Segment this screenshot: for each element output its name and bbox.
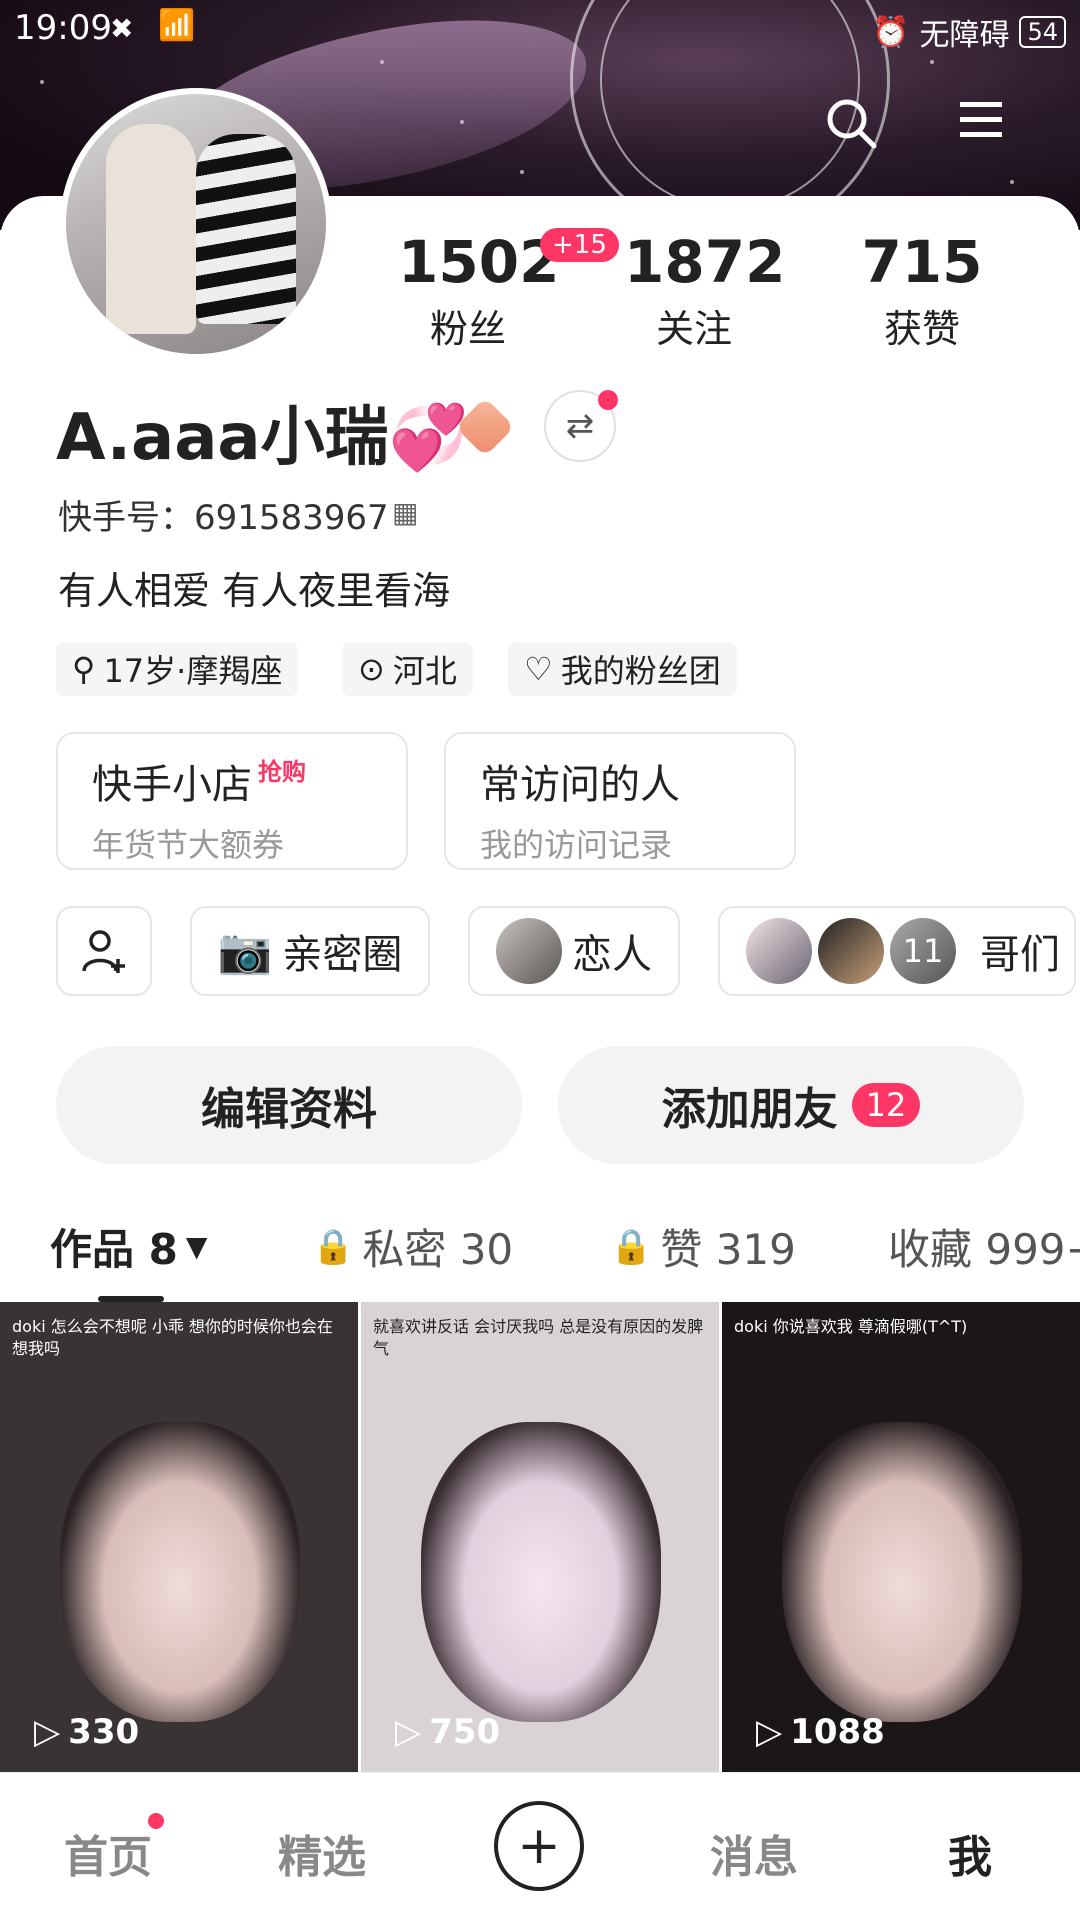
video-2-face <box>421 1422 661 1722</box>
gender-icon: ⚲ <box>72 650 96 688</box>
accessibility-label: 无障碍 <box>919 18 1010 53</box>
stat-likes-value: 715 <box>861 228 983 296</box>
qr-code-icon[interactable]: ▦ <box>392 496 418 529</box>
heart-outline-icon: ♡ <box>524 650 553 688</box>
tab-favorites[interactable]: 收藏 999+ <box>888 1216 1080 1277</box>
switch-account-dot <box>598 390 618 410</box>
kuaishou-id: 快手号：691583967 <box>58 498 389 538</box>
brother-avatar-2 <box>818 918 884 984</box>
stat-following[interactable]: 1872 关注 <box>624 228 786 353</box>
notification-icon: ✖ <box>110 12 134 45</box>
edit-profile-label: 编辑资料 <box>201 1084 377 1135</box>
play-icon: ▷ <box>395 1712 422 1752</box>
camera-icon: 📷 <box>217 926 273 977</box>
user-bio: 有人相爱 有人夜里看海 <box>58 569 451 613</box>
status-time: 19:09 <box>14 8 112 48</box>
lover-button[interactable]: 恋人 <box>468 906 680 996</box>
tab-works[interactable]: 作品 8 ▼ <box>50 1216 207 1277</box>
tag-location: ⊙ 河北 <box>342 642 473 696</box>
add-friends-button[interactable]: 添加朋友 12 <box>558 1046 1024 1164</box>
video-3-play-count: 1088 <box>790 1712 885 1752</box>
video-3-face <box>782 1422 1022 1722</box>
alarm-icon: ⏰ <box>872 14 910 50</box>
visitors-subtitle: 我的访问记录 <box>480 826 673 864</box>
nav-home[interactable]: 首页 <box>64 1821 152 1885</box>
add-friend-icon-button[interactable] <box>56 906 152 996</box>
shop-title: 快手小店 <box>92 762 252 808</box>
play-icon: ▷ <box>756 1712 783 1752</box>
tag-fan-club-label: 我的粉丝团 <box>560 652 721 690</box>
video-thumbnail-3[interactable]: doki 你说喜欢我 尊滴假哪(T^T) ▷ 1088 <box>722 1302 1080 1772</box>
brothers-button[interactable]: 11 哥们 <box>718 906 1076 996</box>
tag-fan-club[interactable]: ♡ 我的粉丝团 <box>508 642 737 696</box>
user-name: A.aaa小瑞💞 <box>56 401 469 475</box>
battery-indicator: 54 <box>1019 16 1066 48</box>
video-thumbnail-2[interactable]: 就喜欢讲反话 会讨厌我吗 总是没有原因的发脾气 ▷ 750 <box>361 1302 719 1772</box>
video-3-caption: doki 你说喜欢我 尊滴假哪(T^T) <box>734 1317 968 1336</box>
video-1-plays: ▷ 330 <box>34 1712 139 1752</box>
tab-works-label: 作品 8 <box>50 1225 178 1274</box>
status-right: ⏰ 无障碍 54 <box>872 10 1066 54</box>
tab-favorites-label: 收藏 999+ <box>888 1225 1080 1274</box>
brother-count: 11 <box>890 918 956 984</box>
add-friends-count-badge: 12 <box>851 1083 921 1127</box>
video-2-play-count: 750 <box>429 1712 501 1752</box>
lover-avatar <box>496 918 562 984</box>
stat-followers-value: 1502 <box>398 228 560 296</box>
nav-home-dot <box>148 1813 164 1829</box>
tab-likes[interactable]: 🔒 赞 319 <box>610 1216 796 1277</box>
video-1-play-count: 330 <box>68 1712 140 1752</box>
location-pin-icon: ⊙ <box>358 650 385 688</box>
add-person-icon <box>82 930 125 973</box>
shop-rush-badge: 抢购 <box>258 758 306 786</box>
nav-me[interactable]: 我 <box>948 1821 992 1885</box>
lover-label: 恋人 <box>572 932 652 978</box>
play-icon: ▷ <box>34 1712 61 1752</box>
wifi-icon: 📶 <box>158 8 196 43</box>
nav-featured[interactable]: 精选 <box>278 1821 366 1885</box>
visitors-title: 常访问的人 <box>480 762 680 808</box>
video-1-face <box>60 1422 300 1722</box>
menu-icon[interactable] <box>958 100 1004 144</box>
edit-profile-button[interactable]: 编辑资料 <box>56 1046 522 1164</box>
intimate-circle-label: 亲密圈 <box>282 932 403 978</box>
create-plus-icon[interactable]: + <box>494 1801 584 1891</box>
stat-followers[interactable]: 1502 粉丝 <box>398 228 560 353</box>
brother-avatar-1 <box>746 918 812 984</box>
video-2-caption: 就喜欢讲反话 会讨厌我吗 总是没有原因的发脾气 <box>373 1317 704 1358</box>
followers-increase-badge: +15 <box>540 228 619 262</box>
stat-likes-label: 获赞 <box>883 307 960 351</box>
shop-subtitle: 年货节大额券 <box>92 826 285 864</box>
tag-location-label: 河北 <box>392 652 457 690</box>
frequent-visitors-card[interactable]: 常访问的人 我的访问记录 <box>444 732 796 870</box>
tag-age-zodiac: ⚲ 17岁·摩羯座 <box>56 642 299 696</box>
stat-followers-label: 粉丝 <box>429 307 506 351</box>
add-friends-label: 添加朋友 <box>661 1084 838 1135</box>
caret-down-icon: ▼ <box>185 1230 208 1263</box>
video-2-plays: ▷ 750 <box>395 1712 500 1752</box>
video-3-plays: ▷ 1088 <box>756 1712 885 1752</box>
lock-icon: 🔒 <box>610 1226 653 1267</box>
lock-icon: 🔒 <box>312 1226 355 1267</box>
tag-age-zodiac-label: 17岁·摩羯座 <box>103 652 283 690</box>
kuaishou-shop-card[interactable]: 快手小店 抢购 年货节大额券 <box>56 732 408 870</box>
search-icon[interactable] <box>824 96 878 154</box>
status-bar: 19:09 ✖ 📶 ⏰ 无障碍 54 <box>0 0 1080 56</box>
tab-likes-label: 赞 319 <box>660 1225 796 1274</box>
bottom-nav: 首页 精选 + 消息 我 <box>0 1772 1080 1920</box>
stat-likes[interactable]: 715 获赞 <box>852 228 992 353</box>
intimate-circle-button[interactable]: 📷 亲密圈 <box>190 906 430 996</box>
stat-following-value: 1872 <box>624 228 786 296</box>
brothers-label: 哥们 <box>980 932 1060 978</box>
nav-messages[interactable]: 消息 <box>710 1821 798 1885</box>
stat-following-label: 关注 <box>655 307 732 351</box>
avatar[interactable] <box>60 88 332 360</box>
tab-private-label: 私密 30 <box>362 1225 514 1274</box>
video-thumbnail-1[interactable]: doki 怎么会不想呢 小乖 想你的时候你也会在想我吗 ▷ 330 <box>0 1302 358 1772</box>
tab-private[interactable]: 🔒 私密 30 <box>312 1216 513 1277</box>
video-1-caption: doki 怎么会不想呢 小乖 想你的时候你也会在想我吗 <box>12 1317 333 1358</box>
